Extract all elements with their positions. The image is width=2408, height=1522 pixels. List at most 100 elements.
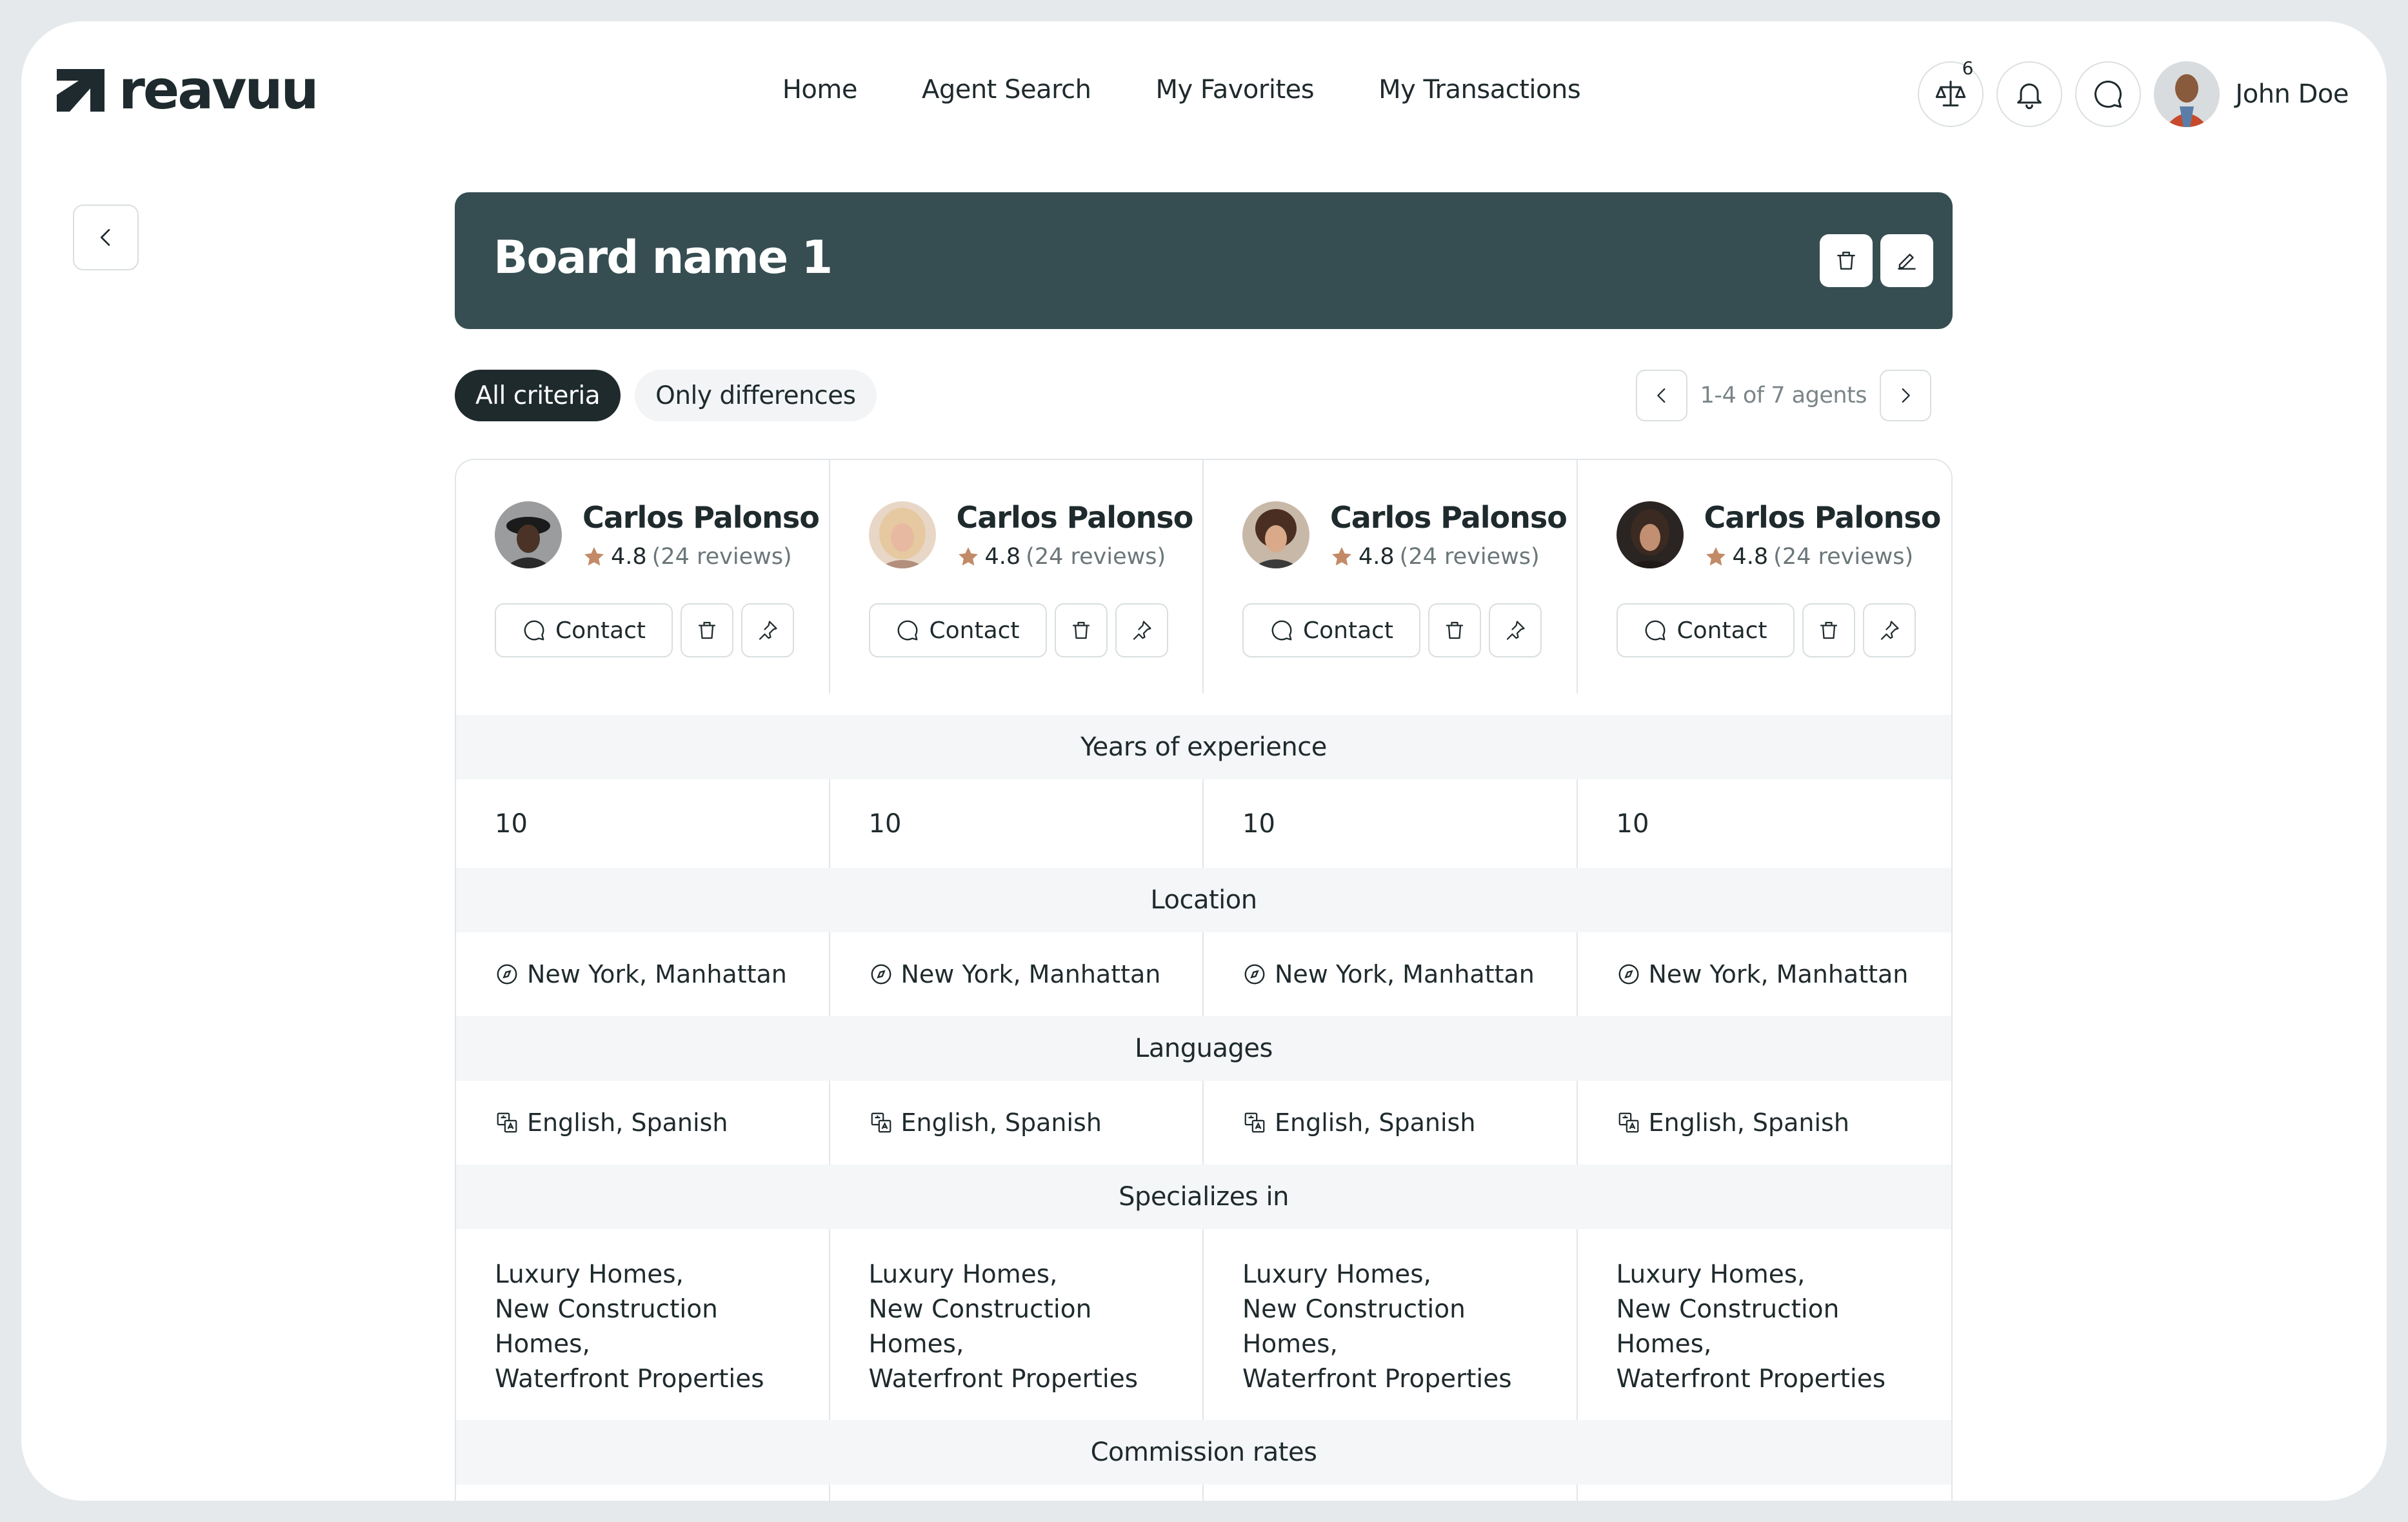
edit-board-button[interactable] bbox=[1880, 234, 1933, 287]
pin-icon bbox=[1133, 621, 1151, 640]
languages-value: English, Spanish bbox=[1204, 1081, 1578, 1165]
prev-page-button[interactable] bbox=[1635, 370, 1687, 421]
chat-bubble-icon bbox=[898, 620, 918, 641]
commission-value bbox=[830, 1485, 1204, 1501]
chat-bubble-icon bbox=[2095, 80, 2122, 108]
agent-avatar[interactable] bbox=[495, 501, 562, 568]
delete-board-button[interactable] bbox=[1820, 234, 1873, 287]
compare-button[interactable]: 6 bbox=[1918, 57, 1984, 127]
agent-name[interactable]: Carlos Palonso bbox=[1704, 500, 1942, 535]
remove-agent-button[interactable] bbox=[1054, 603, 1108, 657]
commission-value bbox=[1578, 1485, 1952, 1501]
contact-button[interactable]: Contact bbox=[1242, 603, 1420, 657]
pin-agent-button[interactable] bbox=[1862, 603, 1916, 657]
row-specializes-in: Luxury Homes, New Construction Homes, Wa… bbox=[456, 1229, 1951, 1420]
agent-rating: 4.8 (24 reviews) bbox=[582, 544, 819, 570]
agent-rating: 4.8 (24 reviews) bbox=[1330, 544, 1567, 570]
section-languages: Languages bbox=[456, 1016, 1951, 1081]
chat-bubble-icon bbox=[524, 620, 544, 641]
remove-agent-button[interactable] bbox=[1802, 603, 1855, 657]
experience-value: 10 bbox=[456, 779, 830, 868]
user-name[interactable]: John Doe bbox=[2235, 79, 2349, 109]
pencil-icon bbox=[1898, 254, 1916, 270]
agent-columns: Carlos Palonso 4.8 (24 reviews) Contact bbox=[456, 460, 1951, 694]
translate-icon bbox=[1618, 1112, 1638, 1133]
header-actions: 6 John Doe bbox=[1918, 57, 2349, 127]
pager-text: 1-4 of 7 agents bbox=[1700, 383, 1867, 408]
location-value: New York, Manhattan bbox=[456, 932, 830, 1016]
row-languages: English, Spanish English, Spanish Englis… bbox=[456, 1081, 1951, 1165]
agent-rating: 4.8 (24 reviews) bbox=[1704, 544, 1941, 570]
pin-agent-button[interactable] bbox=[1115, 603, 1168, 657]
messages-button[interactable] bbox=[2075, 61, 2142, 127]
nav-my-transactions[interactable]: My Transactions bbox=[1378, 75, 1581, 105]
specialties-value: Luxury Homes, New Construction Homes, Wa… bbox=[830, 1229, 1204, 1420]
commission-value bbox=[456, 1485, 830, 1501]
contact-button[interactable]: Contact bbox=[495, 603, 673, 657]
translate-icon bbox=[1244, 1112, 1265, 1133]
app-window: reavuu Home Agent Search My Favorites My… bbox=[21, 21, 2387, 1501]
trash-icon bbox=[698, 621, 716, 639]
agent-card: Carlos Palonso 4.8 (24 reviews) Contact bbox=[1204, 460, 1578, 694]
contact-button[interactable]: Contact bbox=[868, 603, 1047, 657]
agent-name[interactable]: Carlos Palonso bbox=[1330, 500, 1567, 535]
agent-avatar[interactable] bbox=[868, 501, 936, 568]
agent-card: Carlos Palonso 4.8 (24 reviews) Contact bbox=[1578, 460, 1952, 694]
pin-agent-button[interactable] bbox=[1489, 603, 1542, 657]
pin-agent-button[interactable] bbox=[741, 603, 794, 657]
agent-pager: 1-4 of 7 agents bbox=[1635, 370, 1931, 421]
location-value: New York, Manhattan bbox=[1578, 932, 1952, 1016]
agent-avatar[interactable] bbox=[1242, 501, 1309, 568]
chat-bubble-icon bbox=[1271, 620, 1292, 641]
section-commission-rates: Commission rates bbox=[456, 1420, 1951, 1485]
row-commission-rates bbox=[456, 1485, 1951, 1501]
notifications-button[interactable] bbox=[1996, 61, 2063, 127]
comparison-table: Carlos Palonso 4.8 (24 reviews) Contact bbox=[455, 459, 1953, 1501]
agent-name[interactable]: Carlos Palonso bbox=[957, 500, 1194, 535]
nav-agent-search[interactable]: Agent Search bbox=[922, 75, 1091, 105]
contact-button[interactable]: Contact bbox=[1616, 603, 1795, 657]
remove-agent-button[interactable] bbox=[681, 603, 733, 657]
next-page-button[interactable] bbox=[1880, 370, 1931, 421]
pin-icon bbox=[759, 621, 777, 640]
experience-value: 10 bbox=[830, 779, 1204, 868]
agent-rating: 4.8 (24 reviews) bbox=[957, 544, 1193, 570]
section-specializes-in: Specializes in bbox=[456, 1165, 1951, 1229]
section-years-of-experience: Years of experience bbox=[456, 715, 1951, 779]
chevron-left-icon bbox=[1657, 388, 1665, 403]
location-value: New York, Manhattan bbox=[830, 932, 1204, 1016]
compass-icon bbox=[1244, 964, 1265, 985]
star-icon bbox=[958, 547, 978, 566]
filter-all-criteria[interactable]: All criteria bbox=[455, 370, 621, 421]
location-value: New York, Manhattan bbox=[1204, 932, 1578, 1016]
remove-agent-button[interactable] bbox=[1428, 603, 1481, 657]
experience-value: 10 bbox=[1616, 808, 1649, 839]
pin-icon bbox=[1506, 621, 1525, 640]
agent-card: Carlos Palonso 4.8 (24 reviews) Contact bbox=[456, 460, 830, 694]
section-location: Location bbox=[456, 868, 1951, 932]
back-button[interactable] bbox=[73, 205, 139, 270]
trash-icon bbox=[1820, 621, 1837, 639]
compare-count-badge: 6 bbox=[1962, 57, 1974, 79]
board-header: Board name 1 bbox=[455, 192, 1953, 329]
compass-icon bbox=[871, 964, 891, 985]
trash-icon bbox=[1446, 621, 1464, 639]
experience-value: 10 bbox=[1204, 779, 1578, 868]
agent-name[interactable]: Carlos Palonso bbox=[582, 500, 820, 535]
chevron-right-icon bbox=[1902, 388, 1910, 403]
languages-value: English, Spanish bbox=[1578, 1081, 1952, 1165]
star-icon bbox=[584, 547, 604, 566]
nav-home[interactable]: Home bbox=[782, 75, 858, 105]
translate-icon bbox=[497, 1112, 517, 1133]
star-icon bbox=[1332, 547, 1351, 566]
agent-avatar[interactable] bbox=[1616, 501, 1684, 568]
user-avatar[interactable] bbox=[2154, 61, 2220, 127]
row-years-of-experience: 10 10 10 10 bbox=[456, 779, 1951, 868]
specialties-value: Luxury Homes, New Construction Homes, Wa… bbox=[1204, 1229, 1578, 1420]
filter-only-differences[interactable]: Only differences bbox=[635, 370, 877, 421]
chevron-left-icon bbox=[101, 229, 110, 246]
criteria-filter: All criteria Only differences bbox=[455, 370, 877, 421]
trash-icon bbox=[1072, 621, 1090, 639]
nav-my-favorites[interactable]: My Favorites bbox=[1156, 75, 1315, 105]
scale-icon bbox=[1936, 80, 1966, 106]
